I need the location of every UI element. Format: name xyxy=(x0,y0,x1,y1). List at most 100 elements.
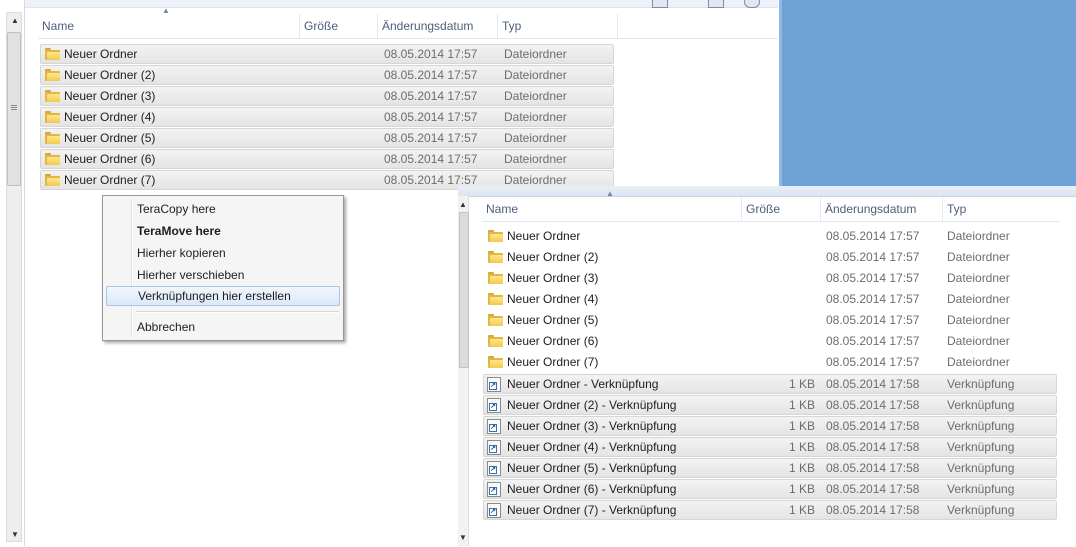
column-date[interactable]: Änderungsdatum xyxy=(378,14,498,38)
column-header-left: ▲ Name Größe Änderungsdatum Typ xyxy=(38,6,778,39)
list-item[interactable]: Neuer Ordner (4) 08.05.2014 17:57 Dateiord… xyxy=(40,107,614,127)
desktop-background xyxy=(779,0,1076,186)
column-size[interactable]: Größe xyxy=(742,197,821,221)
item-type: Dateiordner xyxy=(947,313,1010,327)
shortcut-icon: ↗ xyxy=(487,419,501,434)
item-type: Verknüpfung xyxy=(947,377,1015,391)
list-item[interactable]: Neuer Ordner (2) 08.05.2014 17:57 Dateiord… xyxy=(483,248,1057,268)
folder-icon xyxy=(488,251,503,263)
item-type: Verknüpfung xyxy=(947,461,1015,475)
column-type[interactable]: Typ xyxy=(498,14,618,38)
item-date: 08.05.2014 17:58 xyxy=(826,419,920,433)
menu-item-copy-here[interactable]: Hierher kopieren xyxy=(106,243,340,263)
shortcut-icon: ↗ xyxy=(487,440,501,455)
folder-icon xyxy=(488,272,503,284)
menu-item-cancel[interactable]: Abbrechen xyxy=(106,317,340,337)
folder-icon xyxy=(45,111,60,123)
item-date: 08.05.2014 17:57 xyxy=(826,292,920,306)
item-date: 08.05.2014 17:57 xyxy=(384,152,478,166)
list-item[interactable]: ↗ Neuer Ordner (7) - Verknüpfung 1 KB 08.05… xyxy=(483,500,1057,520)
item-type: Dateiordner xyxy=(947,271,1010,285)
item-type: Dateiordner xyxy=(504,131,567,145)
item-type: Verknüpfung xyxy=(947,419,1015,433)
item-name: Neuer Ordner (7) - Verknüpfung xyxy=(507,503,677,517)
item-date: 08.05.2014 17:57 xyxy=(384,110,478,124)
menu-item-create-shortcuts[interactable]: Verknüpfungen hier erstellen xyxy=(106,286,340,306)
list-item[interactable]: Neuer Ordner 08.05.2014 17:57 Dateiordner xyxy=(40,44,614,64)
item-date: 08.05.2014 17:57 xyxy=(384,131,478,145)
menu-item-teramove-here[interactable]: TeraMove here xyxy=(106,221,340,241)
folder-icon xyxy=(488,230,503,242)
list-item[interactable]: Neuer Ordner (3) 08.05.2014 17:57 Dateiord… xyxy=(483,269,1057,289)
column-size[interactable]: Größe xyxy=(300,14,378,38)
list-item[interactable]: ↗ Neuer Ordner (6) - Verknüpfung 1 KB 08.05… xyxy=(483,479,1057,499)
item-type: Dateiordner xyxy=(947,355,1010,369)
scroll-down-icon[interactable]: ▼ xyxy=(459,534,467,542)
item-date: 08.05.2014 17:57 xyxy=(826,250,920,264)
item-size: 1 KB xyxy=(789,503,816,517)
item-name: Neuer Ordner (4) xyxy=(507,292,599,306)
item-name: Neuer Ordner (5) xyxy=(507,313,599,327)
list-item[interactable]: ↗ Neuer Ordner (4) - Verknüpfung 1 KB 08.05… xyxy=(483,437,1057,457)
item-type: Verknüpfung xyxy=(947,398,1015,412)
item-type: Dateiordner xyxy=(947,292,1010,306)
item-type: Dateiordner xyxy=(947,334,1010,348)
menu-item-move-here[interactable]: Hierher verschieben xyxy=(106,265,340,285)
item-date: 08.05.2014 17:57 xyxy=(384,68,478,82)
list-item[interactable]: ↗ Neuer Ordner - Verknüpfung 1 KB 08.05.201… xyxy=(483,374,1057,394)
list-item[interactable]: Neuer Ordner (6) 08.05.2014 17:57 Dateiord… xyxy=(40,149,614,169)
list-item[interactable]: Neuer Ordner (5) 08.05.2014 17:57 Dateiord… xyxy=(40,128,614,148)
item-date: 08.05.2014 17:58 xyxy=(826,503,920,517)
column-date[interactable]: Änderungsdatum xyxy=(821,197,943,221)
item-type: Dateiordner xyxy=(947,250,1010,264)
item-name: Neuer Ordner (4) - Verknüpfung xyxy=(507,440,677,454)
list-item[interactable]: ↗ Neuer Ordner (5) - Verknüpfung 1 KB 08.05… xyxy=(483,458,1057,478)
list-item[interactable]: ↗ Neuer Ordner (2) - Verknüpfung 1 KB 08.05… xyxy=(483,395,1057,415)
folder-icon xyxy=(45,174,60,186)
shortcut-icon: ↗ xyxy=(487,461,501,476)
item-name: Neuer Ordner (4) xyxy=(64,110,156,124)
list-item[interactable]: ↗ Neuer Ordner (3) - Verknüpfung 1 KB 08.05… xyxy=(483,416,1057,436)
shortcut-icon: ↗ xyxy=(487,503,501,518)
item-type: Dateiordner xyxy=(504,89,567,103)
scroll-up-icon[interactable]: ▲ xyxy=(459,201,467,209)
item-size: 1 KB xyxy=(789,398,816,412)
shortcut-icon: ↗ xyxy=(487,398,501,413)
list-item[interactable]: Neuer Ordner (7) 08.05.2014 17:57 Dateiord… xyxy=(483,353,1057,373)
scroll-down-icon[interactable]: ▼ xyxy=(11,531,19,539)
menu-item-teracopy-here[interactable]: TeraCopy here xyxy=(106,199,340,219)
list-item[interactable]: Neuer Ordner (3) 08.05.2014 17:57 Dateiord… xyxy=(40,86,614,106)
shortcut-icon: ↗ xyxy=(487,482,501,497)
shortcut-icon: ↗ xyxy=(487,377,501,392)
window-top-bar: dner xyxy=(0,0,778,8)
item-size: 1 KB xyxy=(789,440,816,454)
scroll-up-icon[interactable]: ▲ xyxy=(11,17,19,25)
list-item[interactable]: Neuer Ordner (6) 08.05.2014 17:57 Dateiord… xyxy=(483,332,1057,352)
item-name: Neuer Ordner (2) xyxy=(507,250,599,264)
menu-separator xyxy=(136,311,339,313)
item-date: 08.05.2014 17:57 xyxy=(384,89,478,103)
list-item[interactable]: Neuer Ordner 08.05.2014 17:57 Dateiordner xyxy=(483,227,1057,247)
folder-icon xyxy=(488,314,503,326)
column-name[interactable]: Name xyxy=(38,14,300,38)
folder-icon xyxy=(45,48,60,60)
folder-icon xyxy=(45,153,60,165)
help-icon[interactable] xyxy=(744,0,760,8)
right-scrollbar-thumb[interactable] xyxy=(459,212,469,368)
item-name: Neuer Ordner (2) xyxy=(64,68,156,82)
item-type: Dateiordner xyxy=(947,229,1010,243)
list-item[interactable]: Neuer Ordner (2) 08.05.2014 17:57 Dateiord… xyxy=(40,65,614,85)
column-type[interactable]: Typ xyxy=(943,197,1060,221)
left-scrollbar-thumb[interactable] xyxy=(7,32,21,186)
list-item[interactable]: Neuer Ordner (5) 08.05.2014 17:57 Dateiord… xyxy=(483,311,1057,331)
list-item[interactable]: Neuer Ordner (4) 08.05.2014 17:57 Dateiord… xyxy=(483,290,1057,310)
preview-pane-icon[interactable] xyxy=(708,0,724,8)
column-name[interactable]: Name xyxy=(482,197,742,221)
item-type: Verknüpfung xyxy=(947,503,1015,517)
item-date: 08.05.2014 17:58 xyxy=(826,482,920,496)
item-date: 08.05.2014 17:57 xyxy=(826,334,920,348)
item-date: 08.05.2014 17:57 xyxy=(826,355,920,369)
item-date: 08.05.2014 17:58 xyxy=(826,377,920,391)
item-date: 08.05.2014 17:58 xyxy=(826,398,920,412)
view-icon[interactable] xyxy=(652,0,668,8)
